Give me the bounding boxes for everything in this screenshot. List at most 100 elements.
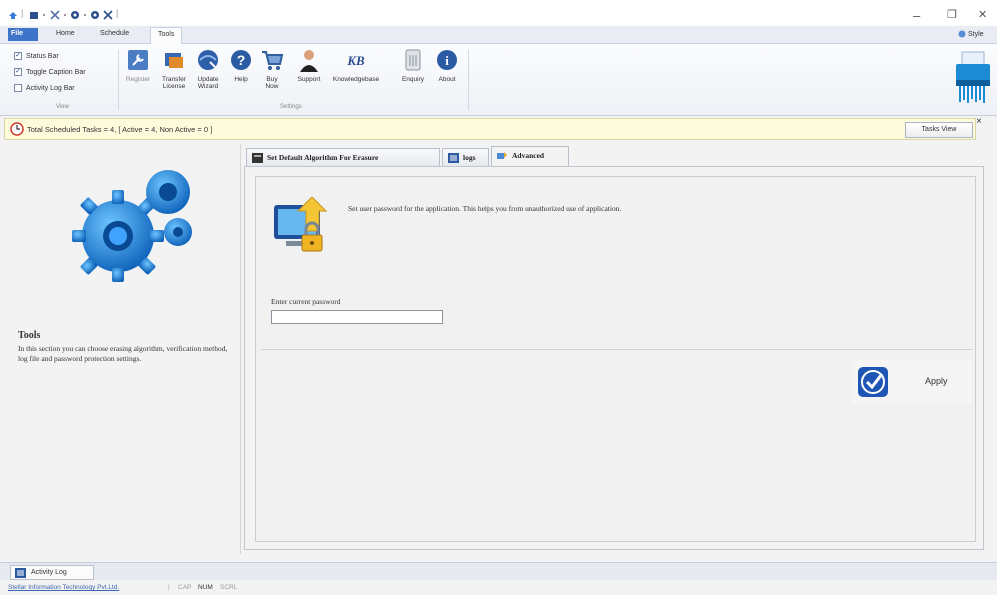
help-label: Help xyxy=(234,76,248,83)
enquiry-icon xyxy=(405,49,421,71)
support-person-icon xyxy=(300,50,318,72)
tab-advanced[interactable]: Advanced xyxy=(491,146,569,166)
tab-schedule[interactable]: Schedule xyxy=(100,30,129,37)
settings-group-label: Settings xyxy=(280,104,302,110)
toggle-caption-bar-toggle[interactable]: ✓ Toggle Caption Bar xyxy=(14,68,86,76)
transfer-license-label: Transfer License xyxy=(162,76,186,90)
company-link[interactable]: Stellar Information Technology Pvt.Ltd. xyxy=(8,584,119,591)
current-password-input[interactable] xyxy=(271,310,443,324)
checkbox-checked-icon: ✓ xyxy=(14,68,22,76)
algorithm-icon xyxy=(252,153,263,163)
app-logo-icon xyxy=(956,51,990,103)
enquiry-button[interactable]: Enquiry xyxy=(396,48,430,83)
settings-small-icon[interactable] xyxy=(90,10,100,20)
tab-home[interactable]: Home xyxy=(56,30,75,37)
minimize-button[interactable]: – xyxy=(913,8,920,23)
password-description: Set user password for the application. T… xyxy=(348,204,622,213)
restore-button[interactable]: ❐ xyxy=(947,8,957,21)
gear-small-icon[interactable] xyxy=(70,10,80,20)
style-label: Style xyxy=(968,30,984,38)
globe-update-icon xyxy=(198,50,218,70)
knowledgebase-button[interactable]: KB Knowledgebase xyxy=(330,48,382,83)
help-icon: ? xyxy=(231,50,251,70)
monitor-lock-icon xyxy=(274,196,328,252)
title-bar: | | – ❐ ✕ xyxy=(0,0,997,26)
close-infobar-button[interactable]: × xyxy=(976,116,982,127)
tab-advanced-label: Advanced xyxy=(512,151,545,160)
apply-button[interactable]: Apply xyxy=(852,360,972,404)
tab-set-default-algorithm-label: Set Default Algorithm For Erasure xyxy=(267,153,379,162)
key-icon xyxy=(128,50,148,70)
advanced-icon xyxy=(497,152,507,159)
password-label: Enter current password xyxy=(271,297,341,306)
ribbon-tabs: File Home Schedule Tools Style xyxy=(0,26,997,44)
style-icon xyxy=(958,30,966,38)
buy-now-label: Buy Now xyxy=(265,76,279,90)
support-label: Support xyxy=(297,76,321,83)
knowledgebase-label: Knowledgebase xyxy=(332,76,380,83)
cart-icon xyxy=(262,51,284,70)
svg-text:?: ? xyxy=(237,52,246,68)
numlock-indicator: NUM xyxy=(198,584,213,591)
app-icon[interactable] xyxy=(8,10,18,20)
info-icon: i xyxy=(437,50,457,70)
caps-indicator: CAP xyxy=(178,584,192,591)
checkmark-icon xyxy=(858,367,888,397)
document-tabs: Set Default Algorithm For Erasure logs A… xyxy=(244,146,984,166)
update-wizard-label: Update Wizard xyxy=(197,76,219,90)
status-bar-label: Status Bar xyxy=(26,52,59,60)
logs-icon xyxy=(448,153,459,163)
close-button[interactable]: ✕ xyxy=(978,8,987,21)
activity-log-bar-label: Activity Log Bar xyxy=(26,84,75,92)
status-bar-toggle[interactable]: ✓ Status Bar xyxy=(14,52,59,60)
bottom-tabs: Activity Log xyxy=(0,562,997,580)
qa-separator: | xyxy=(21,8,24,18)
dropdown-small-icon[interactable] xyxy=(82,10,88,20)
update-wizard-button[interactable]: Update Wizard xyxy=(192,48,224,90)
activity-log-label: Activity Log xyxy=(31,569,67,576)
register-label: Register xyxy=(125,76,151,83)
tab-tools[interactable]: Tools xyxy=(150,27,183,44)
about-button[interactable]: i About xyxy=(432,48,462,83)
register-button[interactable]: Register xyxy=(122,48,154,83)
svg-text:i: i xyxy=(445,53,449,68)
advanced-panel: Set user password for the application. T… xyxy=(244,166,984,550)
qa-separator: | xyxy=(116,8,119,18)
dropdown-small-icon[interactable] xyxy=(41,10,47,20)
erase-icon[interactable] xyxy=(29,10,39,20)
help-button[interactable]: ? Help xyxy=(228,48,254,83)
scheduled-tasks-bar: Total Scheduled Tasks = 4, [ Active = 4,… xyxy=(4,118,976,140)
dropdown-small-icon[interactable] xyxy=(62,10,68,20)
gears-icon xyxy=(72,170,192,282)
tab-file[interactable]: File xyxy=(8,28,38,41)
transfer-license-button[interactable]: Transfer License xyxy=(158,48,190,90)
tab-set-default-algorithm[interactable]: Set Default Algorithm For Erasure xyxy=(246,148,440,166)
scroll-indicator: SCRL xyxy=(220,584,238,591)
activity-log-icon xyxy=(15,568,26,578)
svg-text:KB: KB xyxy=(346,53,365,68)
divider xyxy=(261,349,973,350)
tab-logs-label: logs xyxy=(463,153,476,162)
tools-title: Tools xyxy=(18,330,41,341)
activity-log-bar-toggle[interactable]: Activity Log Bar xyxy=(14,84,75,92)
scheduled-tasks-text: Total Scheduled Tasks = 4, [ Active = 4,… xyxy=(27,125,213,134)
transfer-icon xyxy=(165,53,183,68)
apply-label: Apply xyxy=(925,376,948,386)
activity-log-tab[interactable]: Activity Log xyxy=(10,565,94,580)
checkbox-checked-icon: ✓ xyxy=(14,52,22,60)
clock-icon xyxy=(10,122,24,136)
ribbon: ✓ Status Bar ✓ Toggle Caption Bar Activi… xyxy=(0,44,997,116)
tasks-view-button[interactable]: Tasks View xyxy=(905,122,973,138)
style-menu[interactable]: Style xyxy=(958,30,984,38)
about-label: About xyxy=(438,76,456,83)
close-small-icon[interactable] xyxy=(103,10,113,20)
left-panel: Tools In this section you can choose era… xyxy=(8,144,241,554)
tools-description: In this section you can choose erasing a… xyxy=(18,344,228,363)
tab-logs[interactable]: logs xyxy=(442,148,489,166)
view-group-label: View xyxy=(56,104,69,110)
support-button[interactable]: Support xyxy=(292,48,326,83)
buy-now-button[interactable]: Buy Now xyxy=(260,48,284,90)
ribbon-separator xyxy=(118,50,119,110)
cancel-x-icon[interactable] xyxy=(50,10,60,20)
enquiry-label: Enquiry xyxy=(401,76,425,83)
